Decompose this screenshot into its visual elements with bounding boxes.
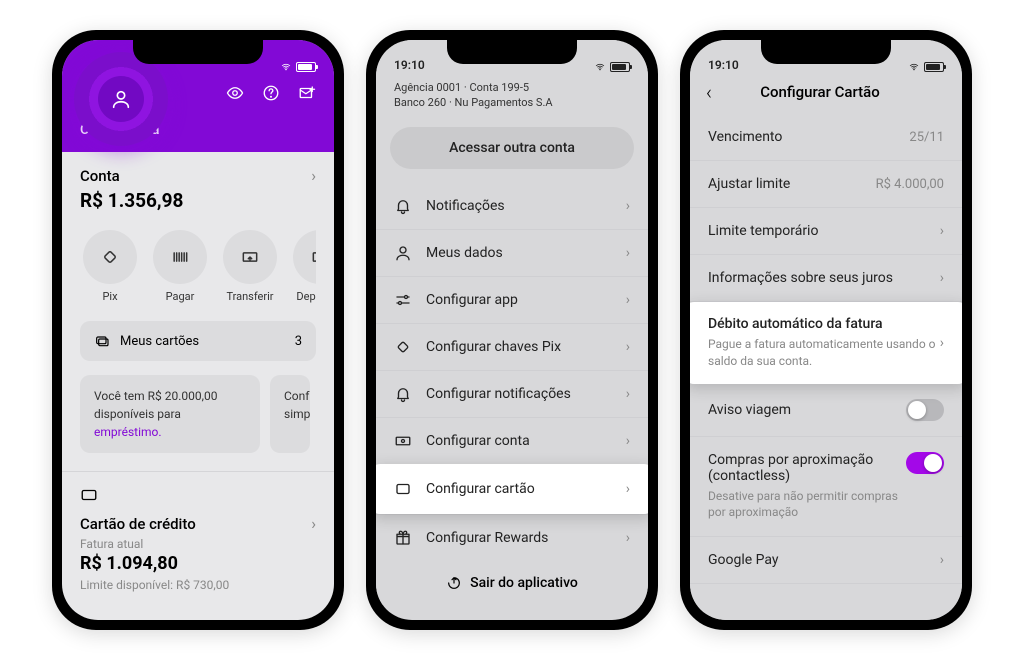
gift-icon: [394, 529, 412, 547]
action-pix[interactable]: Pix: [80, 230, 140, 303]
row-contactless[interactable]: Compras por aproximação (contactless) De…: [690, 437, 962, 538]
chevron-right-icon: ›: [626, 245, 630, 261]
promo-loan[interactable]: Você tem R$ 20.000,00 disponíveis para e…: [80, 375, 260, 453]
visibility-icon[interactable]: [226, 84, 244, 106]
action-pay[interactable]: Pagar: [150, 230, 210, 303]
account-info: Agência 0001 · Conta 199-5 Banco 260 · N…: [376, 74, 648, 121]
cc-limit: Limite disponível: R$ 730,00: [80, 578, 316, 592]
chevron-right-icon: ›: [311, 166, 316, 185]
toggle-contactless[interactable]: [906, 452, 944, 474]
row-adjust-limit[interactable]: Ajustar limite R$ 4.000,00: [690, 161, 962, 208]
my-cards-button[interactable]: Meus cartões 3: [80, 321, 316, 361]
notch: [761, 40, 891, 64]
status-icons: [279, 62, 316, 72]
invite-icon[interactable]: [298, 84, 316, 106]
account-section[interactable]: Conta › R$ 1.356,98 Pix Pagar Tran: [62, 152, 334, 471]
help-icon[interactable]: [262, 84, 280, 106]
my-cards-count: 3: [295, 334, 302, 349]
chevron-right-icon: ›: [626, 339, 630, 355]
phone-settings: 19:10 Agência 0001 · Conta 199-5 Banco 2…: [366, 30, 658, 630]
cc-amount: R$ 1.094,80: [80, 553, 316, 574]
bell-icon: [394, 197, 412, 215]
credit-card-section[interactable]: Cartão de crédito › Fatura atual R$ 1.09…: [62, 472, 334, 606]
menu-configure-pix[interactable]: Configurar chaves Pix ›: [376, 323, 648, 370]
status-time: 19:10: [394, 58, 425, 72]
cc-subtitle: Fatura atual: [80, 537, 316, 551]
action-deposit[interactable]: Depositar: [290, 230, 316, 303]
phone-home: Olá, Gabriela Conta › R$ 1.356,98 Pix Pa…: [52, 30, 344, 630]
promo-other[interactable]: Conf simp: [270, 375, 310, 453]
row-interest-info[interactable]: Informações sobre seus juros ›: [690, 255, 962, 302]
chevron-right-icon: ›: [940, 335, 944, 351]
chevron-right-icon: ›: [940, 552, 944, 568]
phone-card-config: 19:10 ‹ Configurar Cartão Vencimento 25/…: [680, 30, 972, 630]
status-time: 19:10: [708, 58, 739, 72]
chevron-right-icon: ›: [940, 270, 944, 286]
notch: [447, 40, 577, 64]
row-auto-debit[interactable]: Débito automático da fatura Pague a fatu…: [690, 302, 962, 384]
menu-notifications[interactable]: Notificações ›: [376, 183, 648, 229]
bell-icon: [394, 385, 412, 403]
row-google-pay[interactable]: Google Pay ›: [690, 537, 962, 584]
profile-button[interactable]: [74, 52, 168, 146]
quick-actions: Pix Pagar Transferir Depositar: [80, 230, 316, 303]
cc-title: Cartão de crédito: [80, 515, 196, 533]
status-icons: [907, 62, 944, 72]
sliders-icon: [394, 291, 412, 309]
chevron-right-icon: ›: [626, 198, 630, 214]
menu-configure-app[interactable]: Configurar app ›: [376, 276, 648, 323]
chevron-right-icon: ›: [626, 433, 630, 449]
menu-my-data[interactable]: Meus dados ›: [376, 229, 648, 276]
chevron-right-icon: ›: [311, 514, 316, 533]
pix-icon: [394, 338, 412, 356]
status-icons: [593, 62, 630, 72]
row-due-date[interactable]: Vencimento 25/11: [690, 114, 962, 161]
card-icon: [394, 480, 412, 498]
chevron-right-icon: ›: [626, 386, 630, 402]
person-icon: [394, 244, 412, 262]
chevron-right-icon: ›: [940, 223, 944, 239]
chevron-right-icon: ›: [626, 292, 630, 308]
nav-bar: ‹ Configurar Cartão: [690, 74, 962, 114]
money-icon: [394, 432, 412, 450]
menu-configure-notifications[interactable]: Configurar notificações ›: [376, 370, 648, 417]
menu-configure-rewards[interactable]: Configurar Rewards ›: [376, 514, 648, 561]
switch-account-button[interactable]: Acessar outra conta: [390, 127, 634, 169]
account-balance: R$ 1.356,98: [80, 189, 316, 212]
chevron-right-icon: ›: [626, 530, 630, 546]
chevron-right-icon: ›: [626, 481, 630, 497]
action-transfer[interactable]: Transferir: [220, 230, 280, 303]
toggle-travel[interactable]: [906, 399, 944, 421]
row-temp-limit[interactable]: Limite temporário ›: [690, 208, 962, 255]
menu-configure-account[interactable]: Configurar conta ›: [376, 417, 648, 464]
logout-button[interactable]: Sair do aplicativo: [376, 561, 648, 605]
page-title: Configurar Cartão: [694, 83, 946, 101]
notch: [133, 40, 263, 64]
account-label: Conta: [80, 167, 120, 185]
card-icon: [80, 486, 316, 514]
row-travel-notice[interactable]: Aviso viagem: [690, 384, 962, 437]
menu-configure-card[interactable]: Configurar cartão ›: [376, 464, 648, 514]
